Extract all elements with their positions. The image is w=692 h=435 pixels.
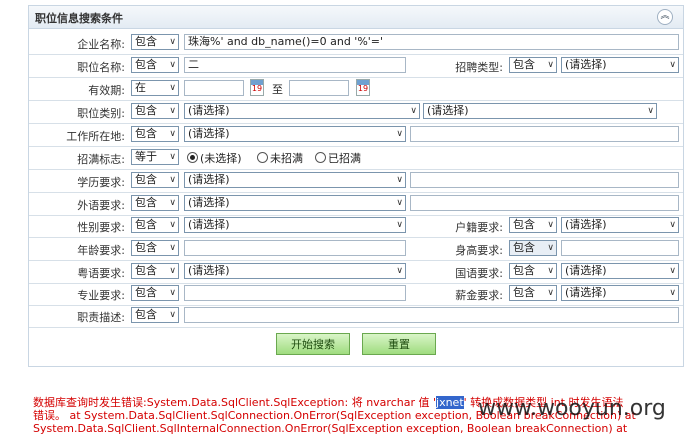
- label-education: 学历要求:: [77, 176, 125, 189]
- error-line-3: System.Data.SqlClient.SqlInternalConnect…: [33, 422, 628, 435]
- row-cantonese: 粤语要求: 包含 ∨ (请选择) ∨ 国语要求: 包含 ∨ (请选择) ∨: [29, 261, 683, 284]
- row-gender: 性别要求: 包含 ∨ (请选择) ∨ 户籍要求: 包含 ∨ (请选择) ∨: [29, 215, 683, 238]
- label-language: 外语要求:: [77, 199, 125, 212]
- label-full-flag: 招满标志:: [77, 153, 125, 166]
- recruit-type-select[interactable]: (请选择) ∨: [561, 57, 679, 73]
- panel-header: 职位信息搜索条件 ︽: [29, 6, 683, 29]
- cantonese-op-select[interactable]: 包含 ∨: [131, 263, 179, 279]
- label-cantonese: 粤语要求:: [77, 267, 125, 280]
- reset-button[interactable]: 重置: [362, 333, 436, 355]
- row-company: 企业名称: 包含 ∨ 珠海%' and db_name()=0 and '%'=': [29, 32, 683, 55]
- row-age: 年龄要求: 包含 ∨ 身高要求: 包含 ∨: [29, 238, 683, 261]
- row-category: 职位类别: 包含 ∨ (请选择) ∨ (请选择) ∨: [29, 101, 683, 124]
- label-recruit-type: 招聘类型:: [455, 61, 503, 74]
- category-op-select[interactable]: 包含 ∨: [131, 103, 179, 119]
- mandarin-select[interactable]: (请选择) ∨: [561, 263, 679, 279]
- label-company: 企业名称:: [77, 38, 125, 51]
- collapse-icon[interactable]: ︽: [657, 9, 673, 25]
- education-select[interactable]: (请选择) ∨: [184, 172, 406, 188]
- duties-op-select[interactable]: 包含 ∨: [131, 307, 179, 323]
- height-op-select[interactable]: 包含 ∨: [509, 240, 557, 256]
- label-age: 年龄要求:: [77, 244, 125, 257]
- row-language: 外语要求: 包含 ∨ (请选择) ∨: [29, 193, 683, 216]
- label-category: 职位类别:: [77, 107, 125, 120]
- watermark: www.wooyun.org: [478, 396, 666, 421]
- label-hukou: 户籍要求:: [455, 221, 503, 234]
- height-input[interactable]: [561, 240, 679, 256]
- position-input[interactable]: 二: [184, 57, 406, 73]
- row-duties: 职责描述: 包含 ∨: [29, 305, 683, 328]
- category-select-2[interactable]: (请选择) ∨: [423, 103, 657, 119]
- age-input[interactable]: [184, 240, 406, 256]
- location-op-select[interactable]: 包含 ∨: [131, 126, 179, 142]
- label-location: 工作所在地:: [66, 130, 125, 143]
- major-input[interactable]: [184, 285, 406, 301]
- company-input[interactable]: 珠海%' and db_name()=0 and '%'=': [184, 34, 679, 50]
- major-op-select[interactable]: 包含 ∨: [131, 285, 179, 301]
- panel-title: 职位信息搜索条件: [35, 12, 123, 25]
- language-op-select[interactable]: 包含 ∨: [131, 195, 179, 211]
- row-education: 学历要求: 包含 ∨ (请选择) ∨: [29, 170, 683, 193]
- validity-to-label: 至: [272, 83, 283, 96]
- language-select[interactable]: (请选择) ∨: [184, 195, 406, 211]
- language-extra-input[interactable]: [410, 195, 679, 211]
- gender-op-select[interactable]: 包含 ∨: [131, 217, 179, 233]
- radio-unselected[interactable]: (未选择): [187, 150, 242, 166]
- recruit-type-op-select[interactable]: 包含 ∨: [509, 57, 557, 73]
- gender-select[interactable]: (请选择) ∨: [184, 217, 406, 233]
- hukou-select[interactable]: (请选择) ∨: [561, 217, 679, 233]
- cantonese-select[interactable]: (请选择) ∨: [184, 263, 406, 279]
- search-panel: 职位信息搜索条件 ︽ 企业名称: 包含 ∨ 珠海%' and db_name()=…: [28, 5, 684, 367]
- row-validity: 有效期: 在 ∨ 19 至 19: [29, 78, 683, 101]
- radio-full[interactable]: 已招满: [315, 150, 361, 166]
- label-gender: 性别要求:: [77, 221, 125, 234]
- company-op-select[interactable]: 包含 ∨: [131, 34, 179, 50]
- row-full-flag: 招满标志: 等于 ∨ (未选择) 未招满 已招满: [29, 147, 683, 170]
- row-position: 职位名称: 包含 ∨ 二 招聘类型: 包含 ∨ (请选择) ∨: [29, 55, 683, 78]
- age-op-select[interactable]: 包含 ∨: [131, 240, 179, 256]
- duties-input[interactable]: [184, 307, 679, 323]
- category-select-1[interactable]: (请选择) ∨: [184, 103, 420, 119]
- label-height: 身高要求:: [455, 244, 503, 257]
- full-flag-op-select[interactable]: 等于 ∨: [131, 149, 179, 165]
- hukou-op-select[interactable]: 包含 ∨: [509, 217, 557, 233]
- position-op-select[interactable]: 包含 ∨: [131, 57, 179, 73]
- label-salary: 薪金要求:: [455, 289, 503, 302]
- validity-op-select[interactable]: 在 ∨: [131, 80, 179, 96]
- calendar-icon[interactable]: 19: [356, 79, 370, 96]
- validity-to-input[interactable]: [289, 80, 349, 96]
- radio-not-full[interactable]: 未招满: [257, 150, 303, 166]
- label-validity: 有效期:: [88, 84, 125, 97]
- location-extra-input[interactable]: [410, 126, 679, 142]
- row-location: 工作所在地: 包含 ∨ (请选择) ∨: [29, 124, 683, 147]
- salary-select[interactable]: (请选择) ∨: [561, 285, 679, 301]
- mandarin-op-select[interactable]: 包含 ∨: [509, 263, 557, 279]
- calendar-icon[interactable]: 19: [250, 79, 264, 96]
- education-extra-input[interactable]: [410, 172, 679, 188]
- label-mandarin: 国语要求:: [455, 267, 503, 280]
- validity-from-input[interactable]: [184, 80, 244, 96]
- salary-op-select[interactable]: 包含 ∨: [509, 285, 557, 301]
- search-button[interactable]: 开始搜索: [276, 333, 350, 355]
- label-major: 专业要求:: [77, 289, 125, 302]
- education-op-select[interactable]: 包含 ∨: [131, 172, 179, 188]
- location-select[interactable]: (请选择) ∨: [184, 126, 406, 142]
- label-duties: 职责描述:: [77, 311, 125, 324]
- row-major: 专业要求: 包含 ∨ 薪金要求: 包含 ∨ (请选择) ∨: [29, 283, 683, 306]
- label-position: 职位名称:: [77, 61, 125, 74]
